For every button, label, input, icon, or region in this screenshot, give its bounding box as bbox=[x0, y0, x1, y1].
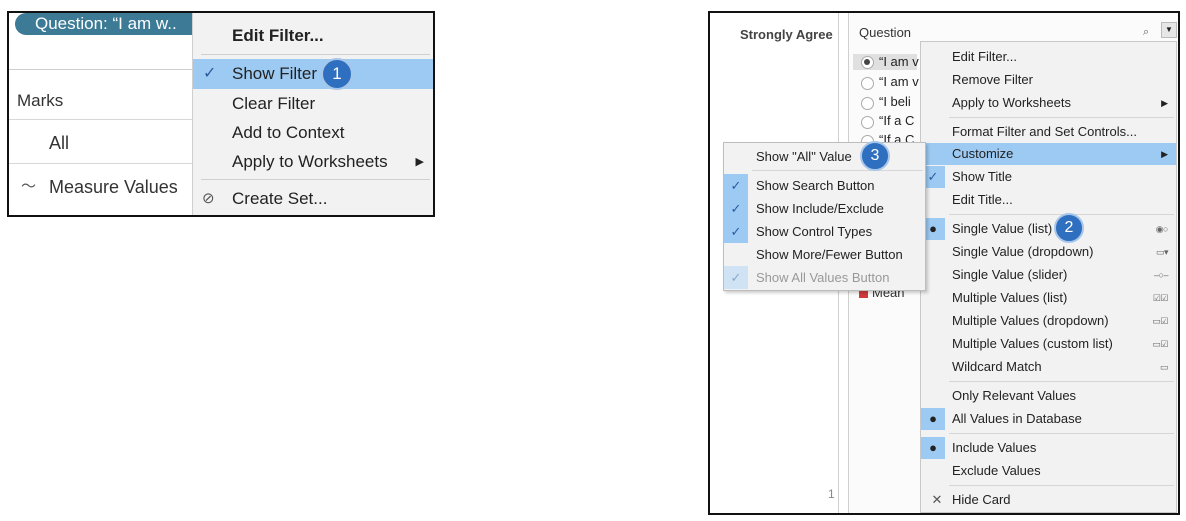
menu-separator bbox=[949, 433, 1174, 434]
slider-control-icon: –○– bbox=[1154, 270, 1168, 280]
measure-values-label[interactable]: Measure Values bbox=[49, 177, 178, 198]
menu-format-filter[interactable]: Format Filter and Set Controls... bbox=[921, 121, 1176, 143]
close-icon: ✕ bbox=[931, 492, 943, 507]
column-header: Strongly Agree bbox=[740, 27, 833, 42]
bullet-icon: ● bbox=[921, 437, 945, 459]
checkmark-icon: ✓ bbox=[724, 220, 748, 243]
menu-customize[interactable]: Customize ▶ bbox=[921, 143, 1176, 165]
wildcard-field-icon: ▭ bbox=[1159, 362, 1169, 372]
menu-multiple-values-list[interactable]: Multiple Values (list) ☑☑ bbox=[921, 287, 1176, 309]
marks-label: Marks bbox=[17, 91, 64, 110]
submenu-show-control-types[interactable]: ✓ Show Control Types bbox=[724, 220, 925, 243]
menu-multiple-values-custom[interactable]: Multiple Values (custom list) ▭☑ bbox=[921, 333, 1176, 355]
divider bbox=[9, 69, 192, 70]
radio-button[interactable] bbox=[861, 97, 874, 110]
bullet-icon: ● bbox=[921, 408, 945, 430]
menu-show-title[interactable]: ✓ Show Title bbox=[921, 166, 1176, 188]
step-badge-2: 2 bbox=[1054, 213, 1084, 243]
checkbox-list-icon: ☑☑ bbox=[1152, 293, 1169, 303]
menu-show-filter[interactable]: ✓ Show Filter bbox=[193, 59, 433, 89]
submenu-show-more-fewer[interactable]: Show More/Fewer Button bbox=[724, 243, 925, 266]
marks-all-label[interactable]: All bbox=[49, 133, 69, 154]
menu-add-to-context[interactable]: Add to Context bbox=[193, 118, 433, 148]
divider bbox=[9, 163, 192, 164]
menu-exclude-values[interactable]: Exclude Values bbox=[921, 460, 1176, 482]
menu-single-value-list[interactable]: ● Single Value (list) ◉○ bbox=[921, 218, 1176, 240]
checkbox-dropdown-icon: ▭☑ bbox=[1152, 316, 1168, 326]
radio-list-icon: ◉○ bbox=[1155, 224, 1169, 234]
submenu-arrow-icon: ▶ bbox=[415, 156, 424, 168]
checkmark-icon: ✓ bbox=[724, 174, 748, 197]
divider bbox=[9, 119, 192, 120]
menu-wildcard-match[interactable]: Wildcard Match ▭ bbox=[921, 356, 1176, 378]
step-badge-3: 3 bbox=[860, 141, 890, 171]
list-item[interactable]: “I beli bbox=[879, 94, 911, 109]
submenu-show-search-button[interactable]: ✓ Show Search Button bbox=[724, 174, 925, 197]
custom-list-icon: ▭☑ bbox=[1152, 339, 1168, 349]
left-screenshot: Question: “I am w.. Marks All 〜 Measure … bbox=[7, 11, 435, 217]
menu-only-relevant[interactable]: Only Relevant Values bbox=[921, 385, 1176, 407]
dropdown-control-icon: ▭▾ bbox=[1155, 247, 1169, 257]
radio-button[interactable] bbox=[861, 116, 874, 129]
submenu-arrow-icon: ▶ bbox=[1161, 98, 1168, 108]
menu-hide-card[interactable]: ✕ Hide Card bbox=[921, 489, 1176, 511]
menu-edit-filter[interactable]: Edit Filter... bbox=[921, 46, 1176, 68]
menu-include-values[interactable]: ● Include Values bbox=[921, 437, 1176, 459]
menu-single-value-dropdown[interactable]: Single Value (dropdown) ▭▾ bbox=[921, 241, 1176, 263]
submenu-show-all-value[interactable]: Show "All" Value bbox=[724, 145, 925, 168]
menu-apply-to-worksheets[interactable]: Apply to Worksheets ▶ bbox=[921, 92, 1176, 114]
menu-separator bbox=[201, 54, 430, 55]
submenu-arrow-icon: ▶ bbox=[1161, 149, 1168, 159]
menu-edit-filter[interactable]: Edit Filter... bbox=[193, 21, 433, 51]
menu-separator bbox=[752, 170, 923, 171]
step-badge-1: 1 bbox=[321, 58, 353, 90]
menu-multiple-values-dropdown[interactable]: Multiple Values (dropdown) ▭☑ bbox=[921, 310, 1176, 332]
customize-submenu: Show "All" Value ✓ Show Search Button ✓ … bbox=[723, 142, 926, 291]
checkmark-icon: ✓ bbox=[203, 65, 217, 82]
menu-separator bbox=[949, 381, 1174, 382]
menu-single-value-slider[interactable]: Single Value (slider) –○– bbox=[921, 264, 1176, 286]
row-number: 1 bbox=[828, 487, 835, 501]
menu-clear-filter[interactable]: Clear Filter bbox=[193, 89, 433, 119]
submenu-show-all-values-button: ✓ Show All Values Button bbox=[724, 266, 925, 289]
line-chart-icon: 〜 bbox=[21, 178, 37, 195]
menu-apply-to-worksheets[interactable]: Apply to Worksheets ▶ bbox=[193, 147, 433, 177]
menu-separator bbox=[949, 117, 1174, 118]
radio-button[interactable] bbox=[861, 77, 874, 90]
card-title: Question bbox=[859, 25, 912, 40]
menu-all-values-db[interactable]: ● All Values in Database bbox=[921, 408, 1176, 430]
set-icon: ⊘ bbox=[202, 190, 215, 207]
list-item[interactable]: “I am v bbox=[879, 54, 919, 69]
menu-create-set[interactable]: ⊘ Create Set... bbox=[193, 184, 433, 214]
radio-dot bbox=[864, 59, 870, 65]
filter-card-menu: Edit Filter... Remove Filter Apply to Wo… bbox=[920, 41, 1177, 513]
search-icon[interactable]: ⌕ bbox=[1143, 26, 1149, 39]
checkmark-icon: ✓ bbox=[724, 266, 748, 289]
list-item[interactable]: “If a C bbox=[879, 113, 914, 128]
menu-remove-filter[interactable]: Remove Filter bbox=[921, 69, 1176, 91]
card-menu-dropdown-button[interactable]: ▼ bbox=[1161, 22, 1177, 38]
checkmark-icon: ✓ bbox=[724, 197, 748, 220]
right-screenshot: Strongly Agree 1 Question ⌕ ▼ “I am v “I… bbox=[708, 11, 1180, 515]
pill-context-menu: Edit Filter... ✓ Show Filter Clear Filte… bbox=[192, 13, 433, 215]
list-item[interactable]: “I am v bbox=[879, 74, 919, 89]
menu-separator bbox=[949, 485, 1174, 486]
menu-separator bbox=[201, 179, 430, 180]
submenu-show-include-exclude[interactable]: ✓ Show Include/Exclude bbox=[724, 197, 925, 220]
menu-edit-title[interactable]: Edit Title... bbox=[921, 189, 1176, 211]
